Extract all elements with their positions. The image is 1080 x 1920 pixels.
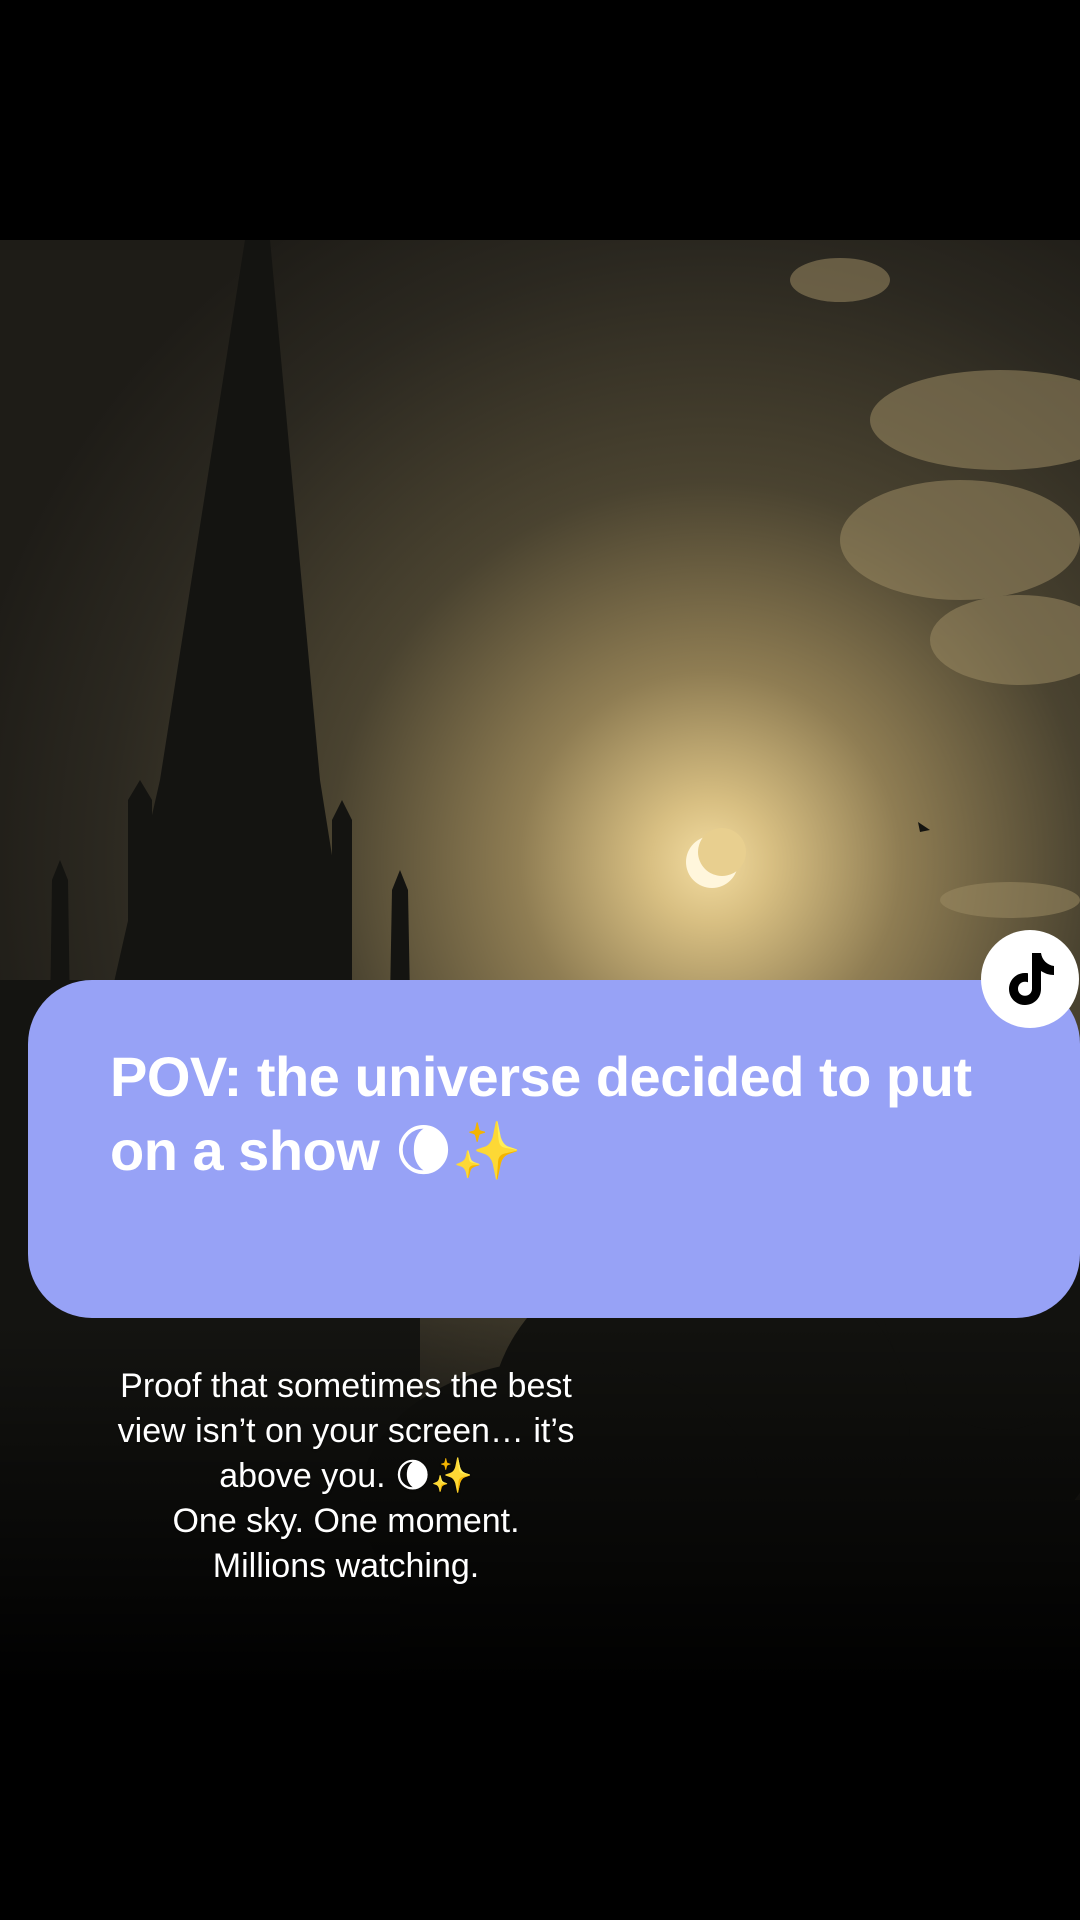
description-line: Proof that sometimes the best — [120, 1367, 572, 1405]
caption-title: POV: the universe decided to put on a sh… — [110, 1045, 972, 1182]
tiktok-badge[interactable] — [981, 930, 1079, 1028]
description-line: view isn’t on your screen… it’s — [117, 1412, 575, 1450]
tiktok-logo-icon — [1009, 953, 1054, 1005]
description-line: Millions watching. — [212, 1547, 480, 1585]
video-description: Proof that sometimes the best view isn’t… — [56, 1364, 636, 1589]
description-line: above you. 🌘✨ — [219, 1457, 473, 1495]
description-line: One sky. One moment. — [172, 1502, 520, 1540]
